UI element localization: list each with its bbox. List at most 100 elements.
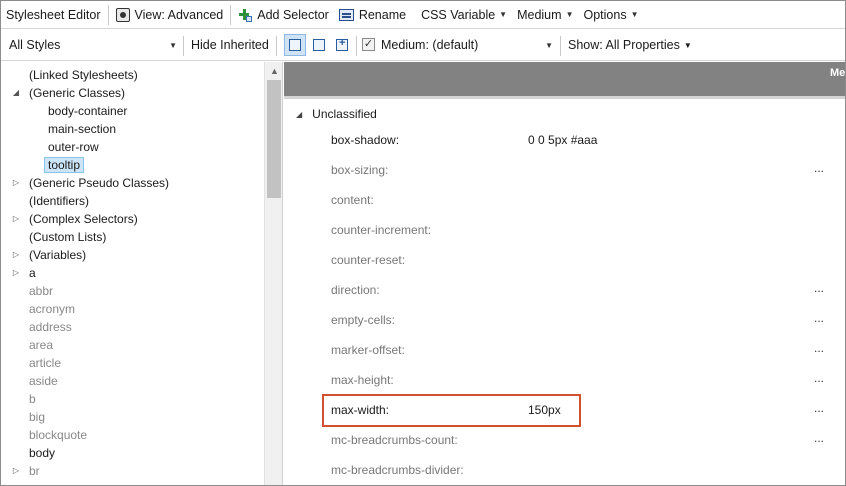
property-row[interactable]: counter-increment:: [284, 222, 845, 240]
collapsed-triangle-icon[interactable]: ▷: [11, 466, 21, 476]
property-row[interactable]: mc-breadcrumbs-divider:: [284, 462, 845, 480]
tree-item[interactable]: address: [1, 318, 76, 336]
property-row[interactable]: empty-cells:...: [284, 311, 845, 330]
more-options-button[interactable]: ...: [814, 431, 824, 445]
tree-item-label: main-section: [48, 122, 117, 136]
collapsed-triangle-icon[interactable]: ▷: [11, 268, 21, 278]
toolbar-divider: [276, 36, 277, 56]
property-name: mc-breadcrumbs-count:: [331, 433, 458, 447]
chevron-down-icon: ▼: [499, 10, 508, 19]
property-row[interactable]: max-height:...: [284, 371, 845, 390]
tree-item[interactable]: b: [1, 390, 40, 408]
hide-inherited-button[interactable]: Hide Inherited: [191, 34, 269, 56]
view-list-button[interactable]: [284, 34, 306, 56]
header-separator: [284, 96, 845, 99]
property-name: max-height:: [331, 373, 394, 387]
tree-item[interactable]: acronym: [1, 300, 79, 318]
tree-item-label: (Generic Classes): [29, 86, 126, 100]
show-properties-dropdown[interactable]: Show: All Properties ▼: [568, 34, 692, 56]
tree-item[interactable]: area: [1, 336, 57, 354]
expanded-triangle-icon[interactable]: ◢: [296, 110, 302, 119]
options-dropdown[interactable]: Options ▼: [578, 1, 643, 29]
toolbar-divider: [107, 4, 109, 25]
editor-title: Stylesheet Editor: [1, 1, 106, 29]
collapsed-triangle-icon[interactable]: ▷: [11, 250, 21, 260]
more-options-button[interactable]: ...: [814, 401, 824, 415]
tree-item[interactable]: body: [1, 444, 59, 462]
group-label: Unclassified: [312, 107, 377, 121]
scrollbar-thumb[interactable]: [267, 80, 281, 198]
properties-header-bar: Medi: [284, 62, 846, 96]
tree-item[interactable]: tooltip: [1, 156, 85, 174]
property-value[interactable]: 0 0 5px #aaa: [528, 133, 597, 147]
tree-item[interactable]: article: [1, 354, 65, 372]
tree-item[interactable]: (Custom Lists): [1, 228, 110, 246]
add-copy-icon: [333, 36, 348, 51]
tree-item[interactable]: big: [1, 408, 49, 426]
tree-item[interactable]: ▷ (Generic Pseudo Classes): [1, 174, 173, 192]
tree-item-label: abbr: [29, 284, 54, 298]
tree-item-label: address: [29, 320, 72, 334]
tree-item[interactable]: outer-row: [1, 138, 103, 156]
tree-item-label: tooltip: [44, 157, 85, 173]
property-row[interactable]: mc-breadcrumbs-count:...: [284, 431, 845, 450]
medium-dropdown[interactable]: Medium ▼: [512, 1, 578, 29]
tree-item[interactable]: ▷ (Variables): [1, 246, 90, 264]
tree-item[interactable]: (Linked Stylesheets): [1, 66, 142, 84]
tree-item[interactable]: body-container: [1, 102, 131, 120]
tree-item[interactable]: blockquote: [1, 426, 91, 444]
tree-item[interactable]: abbr: [1, 282, 57, 300]
main-toolbar: Stylesheet Editor View: Advanced Add Sel…: [1, 1, 845, 29]
property-name: direction:: [331, 283, 380, 297]
rename-label: Rename: [358, 7, 407, 22]
collapsed-triangle-icon[interactable]: ▷: [11, 214, 21, 224]
tree-item[interactable]: aside: [1, 372, 62, 390]
tree-item-label: b: [29, 392, 36, 406]
css-variable-label: CSS Variable: [421, 7, 496, 22]
property-row[interactable]: box-shadow: 0 0 5px #aaa: [284, 132, 845, 150]
more-options-button[interactable]: ...: [814, 371, 824, 385]
tree-item[interactable]: ▷ a: [1, 264, 40, 282]
property-row[interactable]: content:: [284, 192, 845, 210]
group-unclassified[interactable]: ◢ Unclassified: [296, 105, 377, 123]
property-row[interactable]: counter-reset:: [284, 252, 845, 270]
list-view-icon: [289, 39, 301, 51]
more-options-button[interactable]: ...: [814, 311, 824, 325]
tree-item-label: (Variables): [29, 248, 87, 262]
tree-scrollbar[interactable]: ▲: [264, 62, 282, 485]
property-row[interactable]: direction:...: [284, 281, 845, 300]
tree-item[interactable]: ▷ (Complex Selectors): [1, 210, 142, 228]
more-options-button[interactable]: ...: [814, 281, 824, 295]
view-add-button[interactable]: [331, 34, 353, 56]
stylesheet-editor-window: Stylesheet Editor View: Advanced Add Sel…: [0, 0, 846, 486]
tree-item-label: a: [29, 266, 36, 280]
tree-item[interactable]: ▷ br: [1, 462, 44, 480]
more-options-button[interactable]: ...: [814, 341, 824, 355]
expanded-triangle-icon[interactable]: ◢: [11, 88, 21, 98]
tree-item-label: (Complex Selectors): [29, 212, 138, 226]
tree-item[interactable]: (Identifiers): [1, 192, 93, 210]
toolbar-divider: [560, 36, 561, 56]
toolbar-divider: [356, 36, 357, 56]
properties-header-label: Medi: [829, 67, 846, 79]
property-row[interactable]: marker-offset:...: [284, 341, 845, 360]
add-selector-button[interactable]: Add Selector: [233, 1, 334, 29]
tree-item-label: body-container: [48, 104, 128, 118]
tree-item-label: (Generic Pseudo Classes): [29, 176, 170, 190]
property-name: box-shadow:: [331, 133, 400, 147]
tree-item[interactable]: ◢ (Generic Classes): [1, 84, 129, 102]
collapsed-triangle-icon[interactable]: ▷: [11, 178, 21, 188]
styles-filter-select[interactable]: All Styles ▼: [1, 34, 181, 56]
filter-toolbar: All Styles ▼ Hide Inherited ✓ Medium: (d…: [1, 30, 845, 61]
property-row[interactable]: box-sizing:...: [284, 161, 845, 180]
tree-item[interactable]: main-section: [1, 120, 120, 138]
view-advanced-button[interactable]: View: Advanced: [111, 1, 229, 29]
chevron-down-icon: ▼: [545, 41, 553, 50]
css-variable-dropdown[interactable]: CSS Variable ▼: [411, 1, 512, 29]
medium-filter-select[interactable]: Medium: (default) ▼: [373, 34, 557, 56]
view-stacked-button[interactable]: [308, 34, 330, 56]
rename-button[interactable]: Rename: [334, 1, 411, 29]
show-properties-label: Show: All Properties: [568, 38, 680, 52]
scroll-up-icon[interactable]: ▲: [270, 66, 279, 76]
more-options-button[interactable]: ...: [814, 161, 824, 175]
